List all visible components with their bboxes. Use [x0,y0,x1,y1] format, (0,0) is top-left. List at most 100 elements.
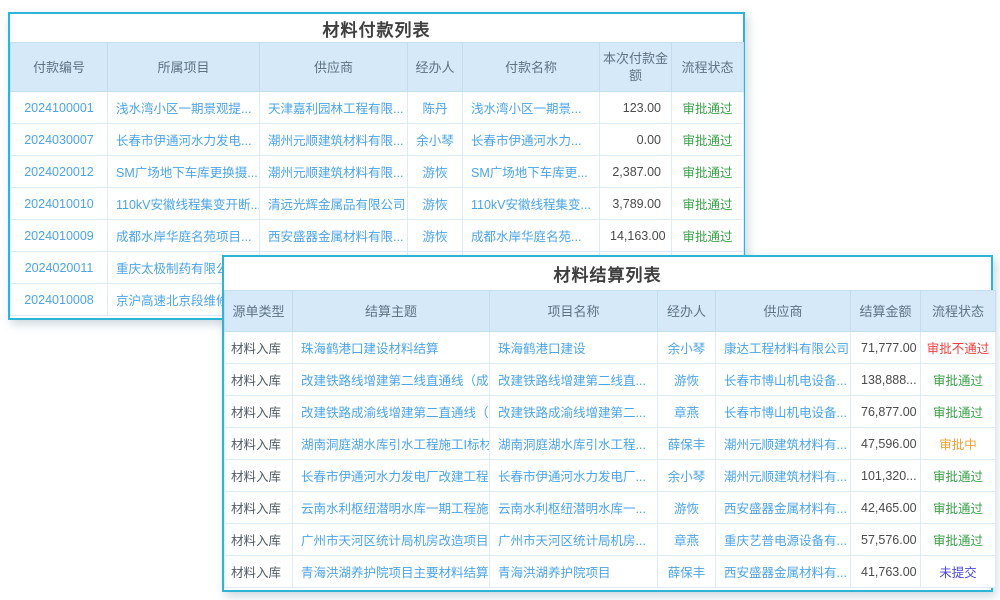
cell-link[interactable]: 西安盛器金属材料有... [716,556,851,588]
cell-link[interactable]: 改建铁路成渝线增建第二直通线（... [293,396,490,428]
cell-link[interactable]: 珠海鹤港口建设 [490,332,658,364]
status-badge: 未提交 [921,556,996,588]
cell-link[interactable]: 青海洪湖养护院项目主要材料结算 [293,556,490,588]
column-header: 结算主题 [293,291,490,332]
source-type-cell: 材料入库 [225,396,293,428]
cell-link[interactable]: 章燕 [658,396,716,428]
cell-link[interactable]: 游恢 [408,156,463,188]
cell-link[interactable]: 浅水湾小区一期景... [463,92,600,124]
cell-link[interactable]: 长春市伊通河水力发电厂改建工程... [293,460,490,492]
cell-link[interactable]: 2024010009 [11,220,108,252]
cell-link[interactable]: 余小琴 [408,124,463,156]
payment-table-header-row: 付款编号所属项目供应商经办人付款名称本次付款金额流程状态 [11,43,744,92]
cell-link[interactable]: 珠海鹤港口建设材料结算 [293,332,490,364]
status-badge: 审批中 [921,428,996,460]
cell-link[interactable]: 湖南洞庭湖水库引水工程... [490,428,658,460]
payment-list-title: 材料付款列表 [10,14,743,42]
cell-link[interactable]: 青海洪湖养护院项目 [490,556,658,588]
cell-link[interactable]: 潮州元顺建筑材料有... [716,460,851,492]
cell-link[interactable]: 潮州元顺建筑材料有限... [260,156,408,188]
cell-link[interactable]: 成都水岸华庭名苑... [463,220,600,252]
source-type-cell: 材料入库 [225,428,293,460]
cell-link[interactable]: SM广场地下车库更... [463,156,600,188]
cell-link[interactable]: 110kV安徽线程集变... [463,188,600,220]
cell-link[interactable]: 广州市天河区统计局机房... [490,524,658,556]
table-row: 材料入库湖南洞庭湖水库引水工程施工I标材...湖南洞庭湖水库引水工程...薛保丰… [225,428,996,460]
cell-link[interactable]: 广州市天河区统计局机房改造项目... [293,524,490,556]
source-type-cell: 材料入库 [225,332,293,364]
amount-cell: 138,888... [851,364,921,396]
status-badge: 审批通过 [672,220,744,252]
cell-link[interactable]: 游恢 [408,188,463,220]
amount-cell: 57,576.00 [851,524,921,556]
amount-cell: 76,877.00 [851,396,921,428]
cell-link[interactable]: 云南水利枢纽潜明水库一... [490,492,658,524]
cell-link[interactable]: 重庆艺普电源设备有... [716,524,851,556]
table-row: 2024010010110kV安徽线程集变开断...清远光辉金属品有限公司游恢1… [11,188,744,220]
amount-cell: 101,320... [851,460,921,492]
cell-link[interactable]: 长春市伊通河水力发电... [108,124,260,156]
cell-link[interactable]: 2024100001 [11,92,108,124]
cell-link[interactable]: 薛保丰 [658,428,716,460]
amount-cell: 2,387.00 [600,156,672,188]
column-header: 源单类型 [225,291,293,332]
cell-link[interactable]: 成都水岸华庭名苑项目... [108,220,260,252]
cell-link[interactable]: 余小琴 [658,332,716,364]
cell-link[interactable]: 西安盛器金属材料有... [716,492,851,524]
settlement-list-title: 材料结算列表 [224,257,991,290]
cell-link[interactable]: 110kV安徽线程集变开断... [108,188,260,220]
column-header: 付款名称 [463,43,600,92]
cell-link[interactable]: 长春市伊通河水力发电厂... [490,460,658,492]
column-header: 供应商 [260,43,408,92]
cell-link[interactable]: 余小琴 [658,460,716,492]
cell-link[interactable]: 西安盛器金属材料有限... [260,220,408,252]
cell-link[interactable]: 云南水利枢纽潜明水库一期工程施... [293,492,490,524]
column-header: 经办人 [408,43,463,92]
cell-link[interactable]: 长春市伊通河水力... [463,124,600,156]
cell-link[interactable]: 2024010010 [11,188,108,220]
cell-link[interactable]: 游恢 [658,492,716,524]
cell-link[interactable]: 改建铁路线增建第二线直... [490,364,658,396]
cell-link[interactable]: 清远光辉金属品有限公司 [260,188,408,220]
column-header: 付款编号 [11,43,108,92]
table-row: 材料入库长春市伊通河水力发电厂改建工程...长春市伊通河水力发电厂...余小琴潮… [225,460,996,492]
amount-cell: 71,777.00 [851,332,921,364]
cell-link[interactable]: 2024030007 [11,124,108,156]
cell-link[interactable]: 2024020011 [11,252,108,284]
cell-link[interactable]: 天津嘉利园林工程有限... [260,92,408,124]
cell-link[interactable]: 潮州元顺建筑材料有... [716,428,851,460]
cell-link[interactable]: 2024010008 [11,284,108,316]
settlement-list-panel: 材料结算列表 源单类型结算主题项目名称经办人供应商结算金额流程状态 材料入库珠海… [222,255,993,592]
table-row: 材料入库云南水利枢纽潜明水库一期工程施...云南水利枢纽潜明水库一...游恢西安… [225,492,996,524]
cell-link[interactable]: 康达工程材料有限公司 [716,332,851,364]
cell-link[interactable]: 薛保丰 [658,556,716,588]
amount-cell: 41,763.00 [851,556,921,588]
table-row: 材料入库广州市天河区统计局机房改造项目...广州市天河区统计局机房...章燕重庆… [225,524,996,556]
cell-link[interactable]: SM广场地下车库更换摄... [108,156,260,188]
status-badge: 审批通过 [921,492,996,524]
cell-link[interactable]: 浅水湾小区一期景观提... [108,92,260,124]
status-badge: 审批通过 [672,156,744,188]
cell-link[interactable]: 长春市博山机电设备... [716,396,851,428]
cell-link[interactable]: 2024020012 [11,156,108,188]
column-header: 本次付款金额 [600,43,672,92]
cell-link[interactable]: 游恢 [658,364,716,396]
cell-link[interactable]: 游恢 [408,220,463,252]
amount-cell: 3,789.00 [600,188,672,220]
table-row: 材料入库青海洪湖养护院项目主要材料结算青海洪湖养护院项目薛保丰西安盛器金属材料有… [225,556,996,588]
cell-link[interactable]: 改建铁路成渝线增建第二... [490,396,658,428]
cell-link[interactable]: 湖南洞庭湖水库引水工程施工I标材... [293,428,490,460]
table-row: 材料入库珠海鹤港口建设材料结算珠海鹤港口建设余小琴康达工程材料有限公司71,77… [225,332,996,364]
status-badge: 审批通过 [921,364,996,396]
cell-link[interactable]: 陈丹 [408,92,463,124]
cell-link[interactable]: 潮州元顺建筑材料有限... [260,124,408,156]
cell-link[interactable]: 长春市博山机电设备... [716,364,851,396]
table-row: 2024100001浅水湾小区一期景观提...天津嘉利园林工程有限...陈丹浅水… [11,92,744,124]
status-badge: 审批通过 [672,92,744,124]
status-badge: 审批通过 [672,188,744,220]
cell-link[interactable]: 章燕 [658,524,716,556]
column-header: 供应商 [716,291,851,332]
cell-link[interactable]: 改建铁路线增建第二线直通线（成... [293,364,490,396]
column-header: 所属项目 [108,43,260,92]
source-type-cell: 材料入库 [225,524,293,556]
